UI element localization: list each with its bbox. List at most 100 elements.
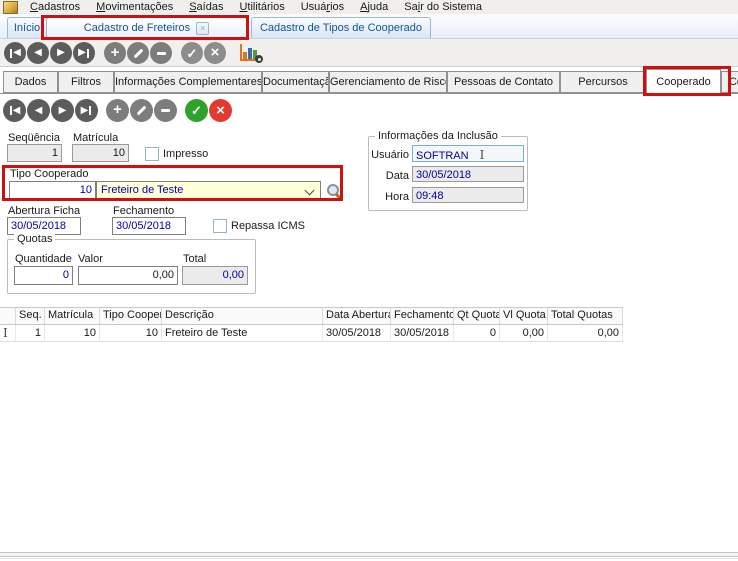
sequencia-field[interactable]: 1 (7, 144, 62, 162)
tab-percursos[interactable]: Percursos (560, 71, 646, 93)
menu-item-cadastros[interactable]: Cadastros (22, 0, 88, 15)
data-field[interactable]: 30/05/2018 (412, 166, 524, 182)
menu-item-movimentacoes[interactable]: Movimentações (88, 0, 181, 15)
gear-icon (255, 55, 263, 63)
menu-item-accel: M (96, 1, 105, 13)
add-record-icon[interactable]: + (106, 99, 129, 122)
cancel-icon[interactable]: × (204, 42, 226, 64)
inclusao-group-title: Informações da Inclusão (375, 130, 501, 142)
tab-partial[interactable]: Co (721, 71, 738, 93)
grid-header-vl-quota[interactable]: Vl Quota (500, 308, 548, 324)
menu-item-sair-do-sistema[interactable]: Sair do Sistema (396, 0, 490, 15)
menu-item-text: tilitários (247, 1, 284, 13)
tipo-cooperado-code-field[interactable]: 10 (9, 181, 96, 200)
edit-record-icon[interactable] (130, 99, 153, 122)
nav-next-icon[interactable]: ▶ (50, 42, 72, 64)
fechamento-field[interactable]: 30/05/2018 (112, 217, 186, 235)
tab-inicio[interactable]: Início (7, 17, 47, 38)
record-toolbar: ◀ ◀ ▶ ▶ + ✓ × (0, 94, 738, 128)
menu-item-text: adastros (38, 1, 80, 13)
confirm-icon[interactable]: ✓ (181, 42, 203, 64)
nav-last-icon[interactable]: ▶ (73, 42, 95, 64)
document-tab-bar: Início Cadastro de Freteiros × Cadastro … (0, 14, 738, 39)
sequencia-label: Seqüência (8, 132, 60, 144)
add-record-icon[interactable]: + (104, 42, 126, 64)
grid-row[interactable]: I 1 10 10 Freteiro de Teste 30/05/2018 3… (0, 325, 623, 342)
tab-informacoes-complementares[interactable]: Informações Complementares (114, 71, 262, 93)
delete-record-icon[interactable] (150, 42, 172, 64)
nav-next-icon[interactable]: ▶ (51, 99, 74, 122)
grid-header-data-abertura[interactable]: Data Abertura (323, 308, 391, 324)
tab-dados[interactable]: Dados (3, 71, 58, 93)
nav-first-icon[interactable]: ◀ (3, 99, 26, 122)
grid-header-tipo-cooperado[interactable]: Tipo Cooperado (100, 308, 162, 324)
main-toolbar: ◀ ◀ ▶ ▶ + ✓ × (0, 39, 738, 67)
grid-header-descricao[interactable]: Descrição (162, 308, 323, 324)
nav-first-icon[interactable]: ◀ (4, 42, 26, 64)
grid-header-fechamento[interactable]: Fechamento (391, 308, 454, 324)
grid-header-seq[interactable]: Seq. (16, 308, 45, 324)
tipo-cooperado-combobox[interactable]: Freteiro de Teste (96, 181, 321, 200)
confirm-icon[interactable]: ✓ (185, 99, 208, 122)
tab-gerenciamento-de-risco[interactable]: Gerenciamento de Risco (329, 71, 447, 93)
chart-settings-icon[interactable] (240, 44, 259, 61)
record-tab-bar: Dados Filtros Informações Complementares… (0, 67, 738, 94)
menu-item-text: r do Sistema (420, 1, 482, 13)
menu-item-text: Usuá (301, 1, 327, 13)
impresso-label: Impresso (163, 148, 208, 160)
cooperado-grid: Seq. Matrícula Tipo Cooperado Descrição … (0, 307, 623, 342)
nav-previous-icon[interactable]: ◀ (27, 99, 50, 122)
tab-cadastro-de-tipos-de-cooperado[interactable]: Cadastro de Tipos de Cooperado (251, 17, 431, 38)
usuario-label: Usuário (368, 149, 409, 161)
usuario-field[interactable]: SOFTRAN I (412, 145, 524, 162)
menu-item-text: aídas (197, 1, 224, 13)
tab-filtros[interactable]: Filtros (58, 71, 114, 93)
grid-header-qt-quota[interactable]: Qt Quota (454, 308, 500, 324)
repassa-icms-checkbox[interactable] (213, 219, 227, 233)
grid-header-total-quotas[interactable]: Total Quotas (548, 308, 623, 324)
delete-record-icon[interactable] (154, 99, 177, 122)
statusbar-divider-2 (0, 558, 738, 559)
hora-field[interactable]: 09:48 (412, 187, 524, 203)
menu-item-text: ios (330, 1, 344, 13)
total-field[interactable]: 0,00 (182, 266, 248, 285)
menu-item-text: juda (367, 1, 388, 13)
statusbar-divider (0, 552, 738, 557)
tab-cooperado[interactable]: Cooperado (646, 69, 721, 94)
menu-item-usuarios[interactable]: Usuários (293, 0, 352, 15)
menu-item-text: Sa (404, 1, 417, 13)
data-label: Data (368, 170, 409, 182)
matricula-field[interactable]: 10 (72, 144, 129, 162)
valor-label: Valor (78, 253, 103, 265)
grid-indicator-header (0, 308, 16, 324)
tab-documentacao[interactable]: Documentação (262, 71, 329, 93)
menu-item-ajuda[interactable]: Ajuda (352, 0, 396, 15)
text-cursor-icon: I (480, 148, 485, 162)
menu-item-saidas[interactable]: Saídas (181, 0, 231, 15)
app-icon (3, 1, 18, 14)
cancel-icon[interactable]: × (209, 99, 232, 122)
valor-field[interactable]: 0,00 (78, 266, 178, 285)
tipo-cooperado-label: Tipo Cooperado (10, 168, 88, 180)
total-label: Total (183, 253, 206, 265)
tab-pessoas-de-contato[interactable]: Pessoas de Contato (447, 71, 560, 93)
search-icon[interactable] (326, 183, 342, 199)
tab-label: Cadastro de Tipos de Cooperado (260, 18, 422, 38)
grid-header-matricula[interactable]: Matrícula (45, 308, 100, 324)
menu-item-text: ovimentações (105, 1, 173, 13)
menu-bar: Cadastros Movimentações Saídas Utilitári… (0, 0, 738, 15)
fechamento-label: Fechamento (113, 205, 174, 217)
app-window: Cadastros Movimentações Saídas Utilitári… (0, 0, 738, 561)
nav-previous-icon[interactable]: ◀ (27, 42, 49, 64)
impresso-checkbox[interactable] (145, 147, 159, 161)
edit-record-icon[interactable] (127, 42, 149, 64)
nav-last-icon[interactable]: ▶ (75, 99, 98, 122)
hora-label: Hora (368, 191, 409, 203)
abertura-ficha-label: Abertura Ficha (8, 205, 80, 217)
row-indicator: I (0, 325, 16, 342)
close-tab-icon[interactable]: × (196, 22, 209, 35)
text-cursor-icon: I (3, 326, 8, 340)
menu-item-utilitarios[interactable]: Utilitários (231, 0, 292, 15)
tab-cadastro-de-freteiros[interactable]: Cadastro de Freteiros × (46, 17, 247, 38)
quantidade-field[interactable]: 0 (14, 266, 73, 285)
